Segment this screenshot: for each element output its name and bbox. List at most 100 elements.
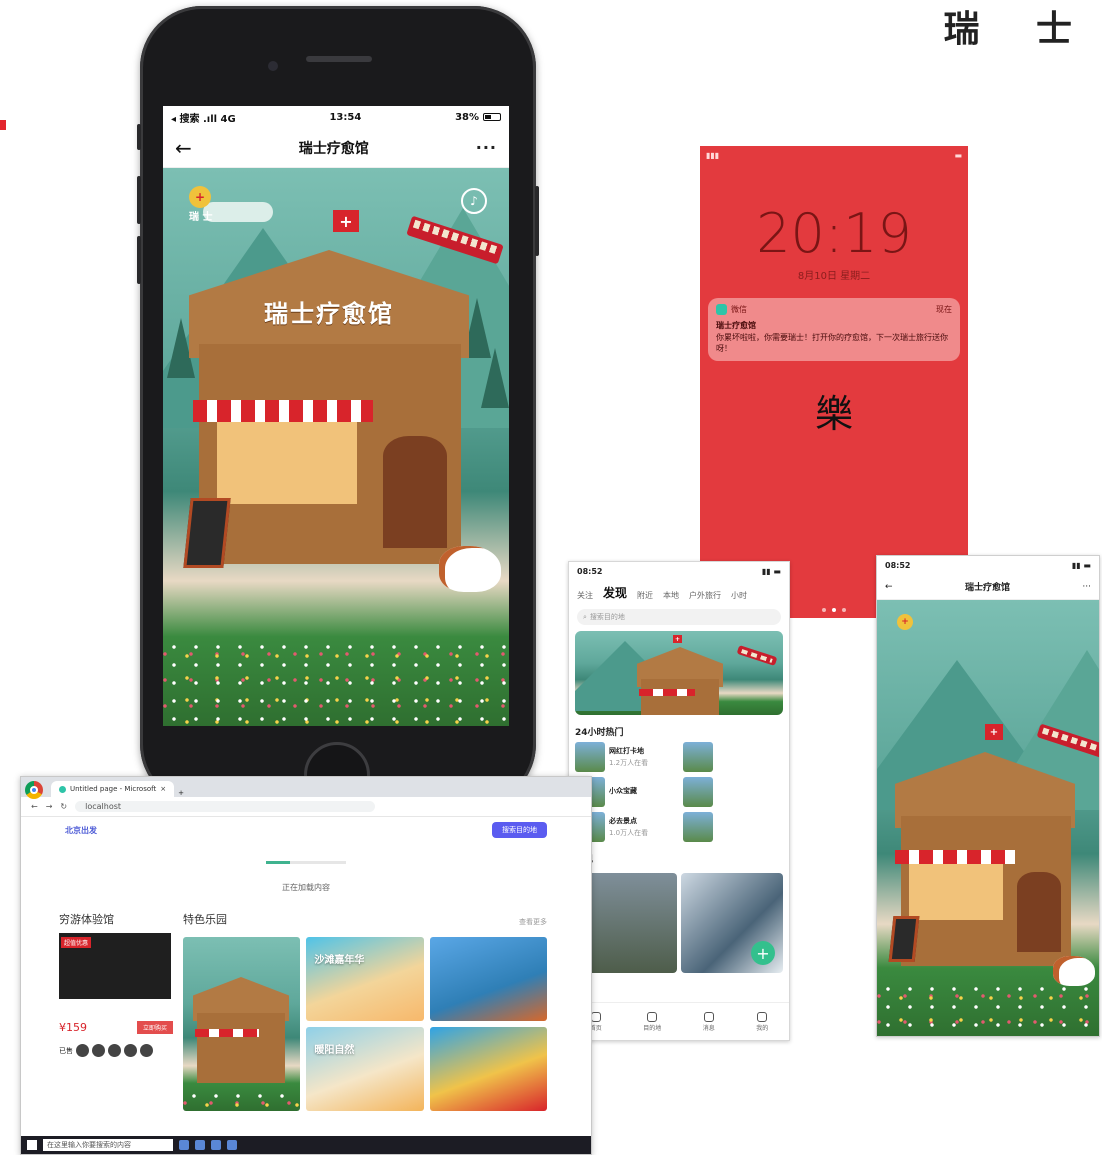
bottom-nav: 首页 目的地 消息 我的 xyxy=(569,1002,789,1040)
featured-card-sand[interactable]: 暖阳自然 xyxy=(306,1027,424,1111)
buy-button[interactable]: 立即购买 xyxy=(136,1021,173,1034)
map-icon xyxy=(647,1011,658,1022)
browser-tab-bar: Untitled page - Microsoft × + xyxy=(21,777,591,797)
product-card[interactable]: 超值优惠 xyxy=(59,933,171,999)
reload-icon[interactable]: ↻ xyxy=(60,802,67,811)
card-title: 暖阳自然 xyxy=(314,1045,355,1056)
chalkboard-sign xyxy=(183,498,231,568)
hot-item[interactable] xyxy=(683,812,783,842)
healing-house-illustration[interactable]: + xyxy=(877,600,1099,1036)
back-arrow-icon[interactable]: ← xyxy=(175,136,192,160)
browser-tab[interactable]: Untitled page - Microsoft × xyxy=(51,781,175,797)
chalet-door xyxy=(1017,872,1061,952)
tab-nearby[interactable]: 附近 xyxy=(637,590,653,601)
red-train xyxy=(736,645,778,666)
search-input[interactable]: ⌕ 搜索目的地 xyxy=(577,609,781,625)
healing-house-illustration[interactable]: + 瑞 士 ♪ 瑞士疗愈馆 xyxy=(163,168,509,726)
status-time: 08:52 xyxy=(577,566,603,576)
url-input[interactable]: localhost xyxy=(75,801,376,812)
sun-flag-icon: + xyxy=(189,186,211,208)
shop-window xyxy=(909,864,1003,920)
tab-hours[interactable]: 小时 xyxy=(731,590,747,601)
corner-title: 瑞 士 xyxy=(943,9,1094,50)
hot-item[interactable] xyxy=(683,742,783,772)
lock-glyph: 樂 xyxy=(814,391,853,436)
forward-icon[interactable]: → xyxy=(46,802,53,811)
page-dot xyxy=(842,608,846,612)
search-icon: ⌕ xyxy=(583,612,587,621)
featured-card-healing-house[interactable] xyxy=(183,937,301,1111)
windows-start-icon[interactable] xyxy=(27,1140,37,1150)
tab-local[interactable]: 本地 xyxy=(663,590,679,601)
taskbar-app-icon[interactable] xyxy=(211,1140,221,1150)
avatar xyxy=(92,1044,105,1057)
city-selector[interactable]: 北京出发 xyxy=(65,825,97,836)
swiss-badge: + 瑞 士 xyxy=(189,186,212,223)
nav-messages[interactable]: 消息 xyxy=(703,1011,715,1032)
nav-destination[interactable]: 目的地 xyxy=(643,1011,661,1032)
home-icon xyxy=(590,1011,601,1022)
feed-photo[interactable]: + xyxy=(681,873,783,973)
hot-thumbnail xyxy=(683,812,713,842)
earpiece-speaker xyxy=(306,56,372,62)
avatar xyxy=(124,1044,137,1057)
hot-heat: 1.0万人在看 xyxy=(609,829,649,837)
music-toggle-icon[interactable]: ♪ xyxy=(461,188,487,214)
add-post-button[interactable]: + xyxy=(751,941,775,965)
section-hot-title: 24小时热门 xyxy=(575,728,624,738)
featured-grid: 沙滩嘉年华 暖阳自然 xyxy=(183,937,547,1111)
back-arrow-icon[interactable]: ← xyxy=(885,582,893,592)
message-icon xyxy=(703,1011,714,1022)
taskbar-search-input[interactable]: 在这里输入你要搜索的内容 xyxy=(43,1139,173,1151)
close-tab-icon[interactable]: × xyxy=(160,785,166,793)
healing-house-banner[interactable] xyxy=(575,631,783,715)
taskbar-app-icon[interactable] xyxy=(227,1140,237,1150)
view-more-link[interactable]: 查看更多 xyxy=(519,917,547,927)
hot-item[interactable]: 网红打卡地 1.2万人在看 xyxy=(575,742,675,772)
loading-progress xyxy=(266,861,346,864)
striped-awning xyxy=(895,850,1015,864)
hot-item[interactable] xyxy=(683,777,783,807)
taskbar-app-icon[interactable] xyxy=(195,1140,205,1150)
more-menu-icon[interactable]: ··· xyxy=(1082,582,1091,592)
tab-discover[interactable]: 发现 xyxy=(603,584,627,601)
hot-name: 必去景点 xyxy=(609,817,637,825)
house-sign: 瑞士疗愈馆 xyxy=(264,300,394,328)
destination-search-button[interactable]: 搜索目的地 xyxy=(492,822,547,838)
chalet-door xyxy=(383,436,447,548)
wechat-notification[interactable]: 微信 现在 瑞士疗愈馆 你累坏啦啦，你需要瑞士！打开你的疗愈馆，下一次瑞士旅行送… xyxy=(708,298,960,361)
new-tab-icon[interactable]: + xyxy=(178,789,184,797)
signal-battery-icon: ▮▮ ▬ xyxy=(761,566,781,576)
loading-hint: 正在加载内容 xyxy=(282,883,330,892)
badge-label: 瑞 士 xyxy=(189,212,213,223)
avatar xyxy=(140,1044,153,1057)
user-icon xyxy=(757,1011,768,1022)
site-header: 北京出发 搜索目的地 xyxy=(21,817,591,843)
featured-card-beach[interactable]: 沙滩嘉年华 xyxy=(306,937,424,1021)
price-row: ¥159 立即购买 xyxy=(59,1021,173,1034)
flower-meadow xyxy=(163,638,509,726)
iphone-device: ◂ 搜索 .ıll 4G 13:54 38% ← 瑞士疗愈馆 ··· + 瑞 士… xyxy=(137,6,539,808)
featured-card-circus[interactable] xyxy=(429,1027,547,1111)
featured-card-hike[interactable] xyxy=(429,937,547,1021)
lock-screen: ▮▮▮ ▬ 20:19 8月10日 星期二 微信 现在 瑞士疗愈馆 你累坏啦啦，… xyxy=(700,146,968,618)
hot-thumbnail xyxy=(683,742,713,772)
sun-flag-icon: + xyxy=(897,614,913,630)
hot-list: 网红打卡地 1.2万人在看 小众宝藏 必去景点 1.0万人在看 xyxy=(569,742,789,842)
top-tabs: 关注 发现 附近 本地 户外旅行 小时 xyxy=(569,580,789,605)
shop-window xyxy=(217,422,357,504)
tab-outdoor[interactable]: 户外旅行 xyxy=(689,590,721,601)
more-menu-icon[interactable]: ··· xyxy=(476,138,497,157)
tab-follow[interactable]: 关注 xyxy=(577,590,593,601)
hot-thumbnail xyxy=(683,777,713,807)
page-dot xyxy=(822,608,826,612)
pine-tree xyxy=(481,348,509,408)
nav-profile[interactable]: 我的 xyxy=(756,1011,768,1032)
chalkboard-sign xyxy=(888,916,920,962)
buyer-avatars: 已售 xyxy=(59,1044,173,1057)
taskbar-app-icon[interactable] xyxy=(179,1140,189,1150)
back-icon[interactable]: ← xyxy=(31,802,38,811)
volume-up-button xyxy=(137,176,141,224)
lock-date: 8月10日 星期二 xyxy=(797,271,871,282)
discover-app-screen: 08:52 ▮▮ ▬ 关注 发现 附近 本地 户外旅行 小时 ⌕ 搜索目的地 2… xyxy=(568,561,790,1041)
